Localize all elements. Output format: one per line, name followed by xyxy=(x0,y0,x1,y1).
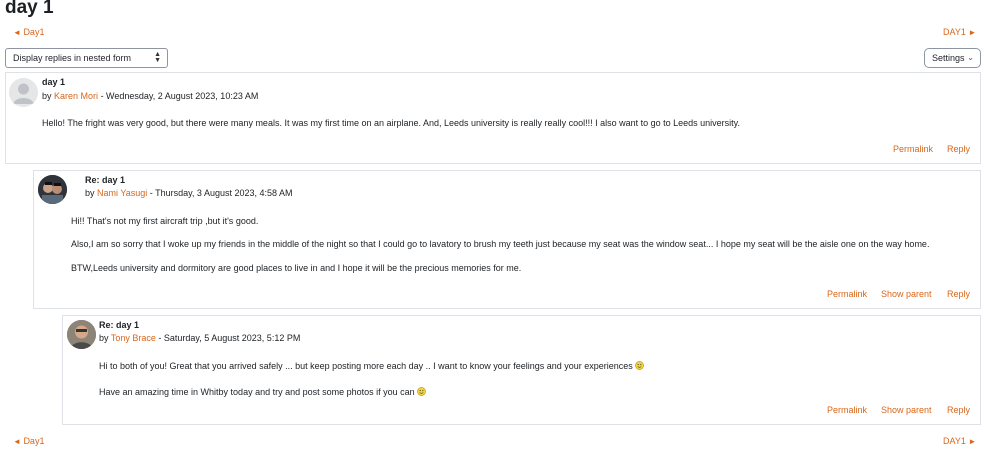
display-mode-select[interactable]: Display replies in nested form ▲ ▼ xyxy=(5,48,168,68)
post-byline: by Tony Brace - Saturday, 5 August 2023,… xyxy=(99,333,300,343)
next-discussion-link-bottom[interactable]: DAY1 ► xyxy=(943,436,976,446)
post-byline: by Nami Yasugi - Thursday, 3 August 2023… xyxy=(85,188,293,198)
byline-prefix: by xyxy=(99,333,109,343)
prev-discussion-link[interactable]: ◄ Day1 xyxy=(13,27,44,37)
smiley-emoticon-icon xyxy=(417,387,427,396)
display-mode-value: Display replies in nested form xyxy=(13,53,132,63)
chevron-down-icon: ⌄ xyxy=(967,53,974,62)
permalink-link[interactable]: Permalink xyxy=(893,144,933,154)
show-parent-link[interactable]: Show parent xyxy=(881,405,932,415)
forum-post: Re: day 1 by Tony Brace - Saturday, 5 Au… xyxy=(62,315,981,425)
next-discussion-link[interactable]: DAY1 ► xyxy=(943,27,976,37)
settings-label: Settings xyxy=(932,53,965,63)
post-paragraph: Hi!! That's not my first aircraft trip ,… xyxy=(71,216,259,226)
post-paragraph: Hello! The fright was very good, but the… xyxy=(42,118,740,128)
forum-post: Re: day 1 by Nami Yasugi - Thursday, 3 A… xyxy=(33,170,981,309)
page-title: day 1 xyxy=(5,0,54,18)
avatar[interactable] xyxy=(38,175,67,204)
show-parent-link[interactable]: Show parent xyxy=(881,289,932,299)
post-paragraph: Hi to both of you! Great that you arrive… xyxy=(99,361,645,371)
author-link[interactable]: Karen Mori xyxy=(54,91,98,101)
next-discussion-label: DAY1 xyxy=(943,27,966,37)
post-date: - Wednesday, 2 August 2023, 10:23 AM xyxy=(100,91,259,101)
prev-discussion-label: Day1 xyxy=(23,436,45,446)
next-discussion-label: DAY1 xyxy=(943,436,966,446)
forum-post: day 1 by Karen Mori - Wednesday, 2 Augus… xyxy=(5,72,981,164)
right-arrow-icon: ► xyxy=(968,437,977,446)
post-paragraph: BTW,Leeds university and dormitory are g… xyxy=(71,263,522,273)
post-subject: Re: day 1 xyxy=(99,320,140,330)
post-paragraph-text: Hi to both of you! Great that you arrive… xyxy=(99,361,633,371)
post-paragraph: Have an amazing time in Whitby today and… xyxy=(99,387,427,397)
byline-prefix: by xyxy=(85,188,95,198)
avatar[interactable] xyxy=(9,78,38,107)
post-paragraph: Also,I am so sorry that I woke up my fri… xyxy=(71,239,930,249)
prev-discussion-link-bottom[interactable]: ◄ Day1 xyxy=(13,436,44,446)
reply-link[interactable]: Reply xyxy=(947,289,970,299)
prev-discussion-label: Day1 xyxy=(23,27,45,37)
post-paragraph-text: Have an amazing time in Whitby today and… xyxy=(99,387,415,397)
up-down-caret-icon: ▲ ▼ xyxy=(154,51,161,64)
left-arrow-icon: ◄ xyxy=(13,28,21,37)
smiley-emoticon-icon xyxy=(635,361,645,370)
settings-button[interactable]: Settings ⌄ xyxy=(924,48,981,68)
post-date: - Thursday, 3 August 2023, 4:58 AM xyxy=(149,188,293,198)
post-date: - Saturday, 5 August 2023, 5:12 PM xyxy=(158,333,301,343)
left-arrow-icon: ◄ xyxy=(13,437,21,446)
post-subject: day 1 xyxy=(42,77,66,87)
reply-link[interactable]: Reply xyxy=(947,405,970,415)
reply-link[interactable]: Reply xyxy=(947,144,970,154)
avatar[interactable] xyxy=(67,320,96,349)
author-link[interactable]: Tony Brace xyxy=(111,333,156,343)
author-link[interactable]: Nami Yasugi xyxy=(97,188,147,198)
post-byline: by Karen Mori - Wednesday, 2 August 2023… xyxy=(42,91,258,101)
permalink-link[interactable]: Permalink xyxy=(827,405,867,415)
right-arrow-icon: ► xyxy=(968,28,977,37)
post-subject: Re: day 1 xyxy=(85,175,126,185)
permalink-link[interactable]: Permalink xyxy=(827,289,867,299)
byline-prefix: by xyxy=(42,91,52,101)
